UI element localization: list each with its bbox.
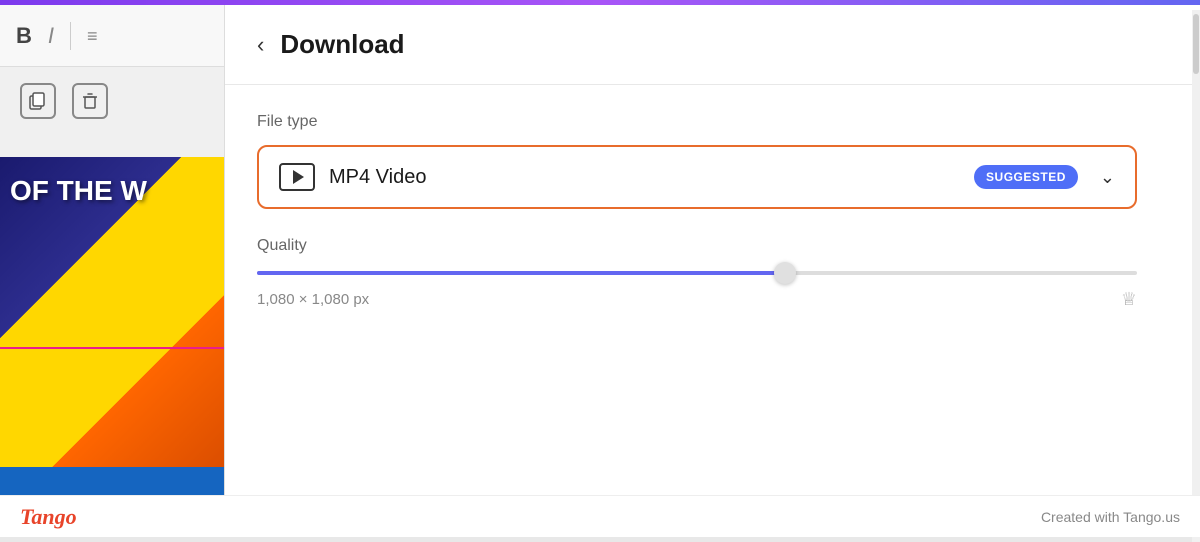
copy-button[interactable] (20, 83, 56, 119)
footer: Tango Created with Tango.us (0, 495, 1200, 537)
download-header: ‹ Download (225, 5, 1200, 85)
footer-credit: Created with Tango.us (1041, 509, 1180, 525)
crown-icon: ♕ (1121, 289, 1137, 310)
quality-slider-container (257, 271, 1137, 275)
italic-button[interactable]: I (48, 25, 54, 47)
download-content: File type MP4 Video SUGGESTED ⌄ Quality … (225, 85, 1200, 338)
download-panel: ‹ Download File type MP4 Video SUGGESTED… (225, 5, 1200, 537)
video-file-icon (279, 163, 315, 191)
blue-strip (0, 467, 224, 497)
tool-row (0, 67, 224, 119)
file-type-name: MP4 Video (329, 166, 960, 189)
editor-content: OF THE W (0, 67, 224, 537)
quality-label: Quality (257, 237, 1168, 255)
chevron-down-icon: ⌄ (1100, 167, 1115, 188)
delete-button[interactable] (72, 83, 108, 119)
slider-thumb[interactable] (774, 262, 796, 284)
text-toolbar: B I ≡ (0, 5, 224, 67)
download-title: Download (280, 29, 404, 60)
file-type-label: File type (257, 113, 1168, 131)
resolution-text: 1,080 × 1,080 px (257, 291, 369, 308)
slider-track[interactable] (257, 271, 1137, 275)
canvas-preview: OF THE W (0, 157, 224, 537)
list-button[interactable]: ≡ (87, 27, 98, 45)
canvas-text: OF THE W (10, 177, 147, 205)
scroll-thumb (1193, 14, 1199, 74)
resolution-row: 1,080 × 1,080 px ♕ (257, 289, 1137, 310)
left-editor-panel: B I ≡ OF THE W (0, 5, 225, 537)
slider-fill (257, 271, 785, 275)
bold-button[interactable]: B (16, 25, 32, 47)
tango-logo: Tango (20, 504, 77, 530)
suggested-badge: SUGGESTED (974, 165, 1078, 189)
canvas-background: OF THE W (0, 157, 224, 537)
back-button[interactable]: ‹ (253, 30, 268, 60)
pink-line (0, 347, 224, 349)
scrollbar[interactable] (1192, 10, 1200, 542)
play-triangle (293, 170, 304, 184)
toolbar-divider (70, 22, 71, 50)
file-type-dropdown[interactable]: MP4 Video SUGGESTED ⌄ (257, 145, 1137, 209)
